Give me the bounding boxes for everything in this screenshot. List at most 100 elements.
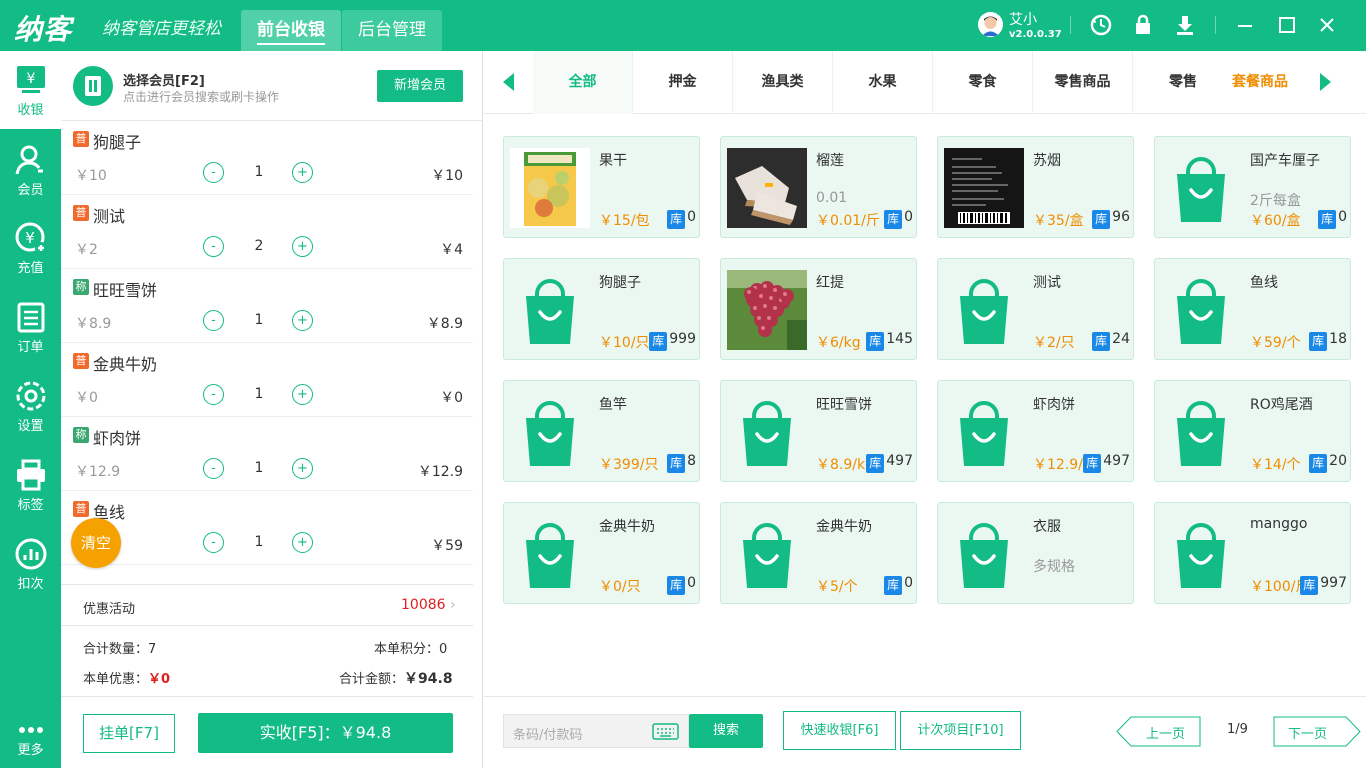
sidebar: ¥ 收银 会员 ¥ 充值 订单 设置 标签 扣次 更多	[0, 51, 61, 768]
avatar[interactable]	[978, 12, 1003, 37]
product-card[interactable]: 苏烟 ￥35/盒库 96	[937, 136, 1134, 238]
bag-icon	[1177, 401, 1225, 466]
cart-item[interactable]: 称虾肉饼 ￥12.9 - 1 + ￥12.9	[61, 417, 473, 491]
count-items-button[interactable]: 计次项目[F10]	[900, 711, 1021, 750]
increase-qty-button[interactable]: +	[292, 310, 313, 331]
cart-item[interactable]: 普狗腿子 ￥10 - 1 + ￥10	[61, 121, 473, 195]
product-card[interactable]: 国产车厘子 2斤每盒 ￥60/盒 库 0	[1154, 136, 1351, 238]
minimize-icon[interactable]	[1233, 13, 1257, 37]
item-qty[interactable]: 2	[251, 238, 267, 254]
increase-qty-button[interactable]: +	[292, 458, 313, 479]
cart-list: 普狗腿子 ￥10-1 + ￥10 普测试 ￥2-2 + ￥4 称旺旺雪饼 ￥8.9-1 + ￥8.9 普…	[61, 121, 473, 583]
decrease-qty-button[interactable]: -	[203, 384, 224, 405]
sidebar-item-label[interactable]: 标签	[0, 446, 61, 524]
product-card[interactable]: 榴莲 0.01 ￥0.01/斤库 0	[720, 136, 917, 238]
increase-qty-button[interactable]: +	[292, 162, 313, 183]
item-qty[interactable]: 1	[251, 386, 267, 402]
product-card[interactable]: 虾肉饼 ￥12.9/k 库 497	[937, 380, 1134, 482]
product-card[interactable]: 测试 ￥2/只 库 24	[937, 258, 1134, 360]
sidebar-item-recharge[interactable]: ¥ 充值	[0, 209, 61, 287]
download-icon[interactable]	[1173, 13, 1197, 37]
product-card[interactable]: 衣服 多规格	[937, 502, 1134, 604]
product-card[interactable]: 鱼竿 ￥399/只库 8	[503, 380, 700, 482]
bag-icon	[743, 401, 791, 466]
category-tab[interactable]: 零售	[1133, 51, 1233, 114]
keyboard-icon[interactable]	[652, 723, 679, 740]
close-icon[interactable]	[1315, 13, 1339, 37]
product-card[interactable]: RO鸡尾酒 ￥14/个库 20	[1154, 380, 1351, 482]
user-name[interactable]: 艾小	[1009, 9, 1037, 29]
next-page-button[interactable]: 下一页	[1273, 716, 1361, 747]
increase-qty-button[interactable]: +	[292, 236, 313, 257]
member-selector[interactable]: 选择会员[F2] 点击进行会员搜索或刷卡操作 新增会员	[61, 51, 483, 121]
item-name: 旺旺雪饼	[93, 281, 158, 300]
sidebar-item-deduct[interactable]: 扣次	[0, 525, 61, 603]
product-card[interactable]: 鱼线 ￥59/个库 18	[1154, 258, 1351, 360]
product-panel: 全部 押金 渔具类 水果 零食 零售商品 零售 套餐商品 果干 ￥15/包库 0 榴莲 0.01 ￥0.…	[484, 51, 1366, 768]
product-card[interactable]: 旺旺雪饼 ￥8.9/kg 库 497	[720, 380, 917, 482]
product-card[interactable]: 果干 ￥15/包 库 0	[503, 136, 700, 238]
prev-page-button[interactable]: 上一页	[1116, 716, 1201, 747]
sidebar-item-settings[interactable]: 设置	[0, 367, 61, 445]
quick-cashier-button[interactable]: 快速收银[F6]	[783, 711, 896, 750]
product-name: 虾肉饼	[1033, 397, 1075, 413]
item-total: ￥12.9	[417, 464, 463, 480]
category-tab[interactable]: 零食	[933, 51, 1033, 114]
increase-qty-button[interactable]: +	[292, 532, 313, 553]
divider	[1215, 16, 1216, 34]
member-title[interactable]: 选择会员[F2]	[123, 70, 205, 89]
tab-back-admin[interactable]: 后台管理	[342, 10, 442, 51]
sidebar-item-cashier[interactable]: ¥ 收银	[0, 51, 61, 129]
item-qty[interactable]: 1	[251, 312, 267, 328]
printer-icon	[16, 459, 45, 491]
category-tab[interactable]: 全部	[533, 51, 633, 114]
barcode-input[interactable]: 条码/付款码	[503, 714, 689, 748]
item-qty[interactable]: 1	[251, 534, 267, 550]
search-button[interactable]: 搜索	[689, 714, 763, 748]
lock-icon[interactable]	[1131, 13, 1155, 37]
next-category-arrow-icon[interactable]	[1320, 73, 1331, 91]
item-name: 金典牛奶	[93, 355, 158, 374]
product-card[interactable]: 金典牛奶 ￥5/个 库 0	[720, 502, 917, 604]
increase-qty-button[interactable]: +	[292, 384, 313, 405]
cart-item[interactable]: 普测试 ￥2 - 2 + ￥4	[61, 195, 473, 269]
category-tab[interactable]: 零售商品	[1033, 51, 1133, 114]
sidebar-item-order[interactable]: 订单	[0, 288, 61, 366]
pay-button[interactable]: 实收[F5]：￥94.8	[198, 713, 453, 753]
cart-item[interactable]: 普鱼线 -1 + ￥59	[61, 491, 473, 565]
hold-order-button[interactable]: 挂单[F7]	[83, 714, 175, 753]
category-tab[interactable]: 渔具类	[733, 51, 833, 114]
category-tab[interactable]: 押金	[633, 51, 733, 114]
product-card[interactable]: manggo ￥100/斤库 997	[1154, 502, 1351, 604]
product-stock: 库0	[1318, 209, 1347, 229]
sidebar-item-member[interactable]: 会员	[0, 131, 61, 209]
total-amount: 合计金额：￥94.8	[339, 671, 453, 687]
maximize-icon[interactable]	[1275, 13, 1299, 37]
decrease-qty-button[interactable]: -	[203, 310, 224, 331]
prev-category-arrow-icon[interactable]	[503, 73, 514, 91]
decrease-qty-button[interactable]: -	[203, 532, 224, 553]
category-tab[interactable]: 套餐商品	[1219, 51, 1301, 114]
product-card[interactable]: 金典牛奶 ￥0/只 库 0	[503, 502, 700, 604]
product-card[interactable]: 狗腿子 ￥10/只库 999	[503, 258, 700, 360]
product-card[interactable]: 红提 ￥6/kg 库 145	[720, 258, 917, 360]
promo-value[interactable]: 10086 ›	[401, 597, 456, 613]
cart-item[interactable]: 普金典牛奶 ￥0 - 1 + ￥0	[61, 343, 473, 417]
product-image	[727, 148, 807, 228]
add-member-button[interactable]: 新增会员	[377, 70, 463, 102]
refresh-icon[interactable]	[1089, 13, 1113, 37]
item-qty[interactable]: 1	[251, 164, 267, 180]
category-tab[interactable]: 水果	[833, 51, 933, 114]
product-stock: 库 997	[1300, 575, 1347, 595]
decrease-qty-button[interactable]: -	[203, 236, 224, 257]
sidebar-item-more[interactable]: 更多	[0, 709, 61, 768]
decrease-qty-button[interactable]: -	[203, 162, 224, 183]
tab-front-cashier[interactable]: 前台收银	[241, 10, 341, 51]
product-price: ￥0/只	[599, 579, 641, 595]
decrease-qty-button[interactable]: -	[203, 458, 224, 479]
item-qty[interactable]: 1	[251, 460, 267, 476]
product-price: ￥14/个	[1250, 457, 1301, 473]
cart-item[interactable]: 称旺旺雪饼 ￥8.9 - 1 + ￥8.9	[61, 269, 473, 343]
clear-cart-button[interactable]: 清空	[71, 518, 121, 568]
cart-panel: 选择会员[F2] 点击进行会员搜索或刷卡操作 新增会员 普狗腿子 ￥10-1 + ￥1…	[61, 51, 483, 768]
